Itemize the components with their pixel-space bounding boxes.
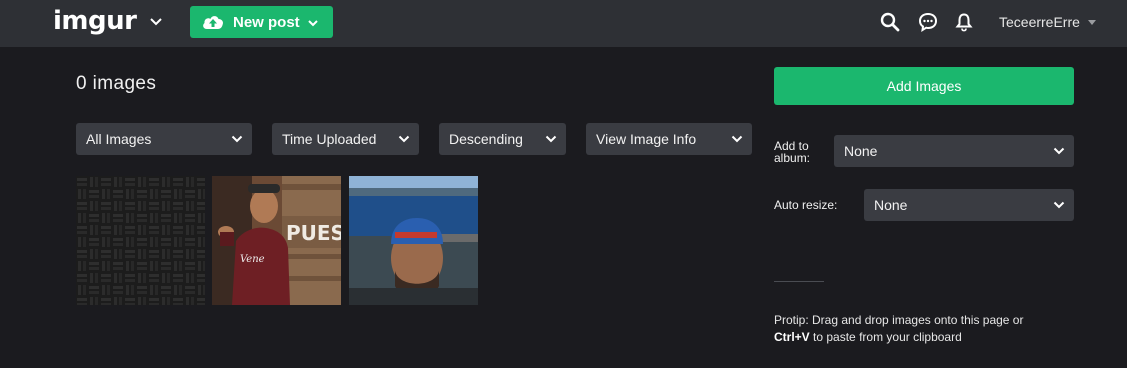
select-value: None (874, 197, 908, 213)
protip-tail: to paste from your clipboard (813, 330, 962, 344)
image-count: 0 images (76, 73, 157, 94)
sort-field-select[interactable]: Time Uploaded (272, 123, 419, 155)
filter-select-images[interactable]: All Images (76, 123, 252, 155)
chevron-down-icon (1053, 201, 1065, 209)
chevron-down-icon (545, 135, 557, 143)
texture-image (76, 176, 205, 305)
caret-down-icon[interactable] (1088, 20, 1096, 25)
new-post-label: New post (233, 14, 300, 31)
image-thumbnail[interactable] (349, 176, 478, 305)
sort-order-select[interactable]: Descending (439, 123, 566, 155)
top-nav-bar: imgur New post TeceerreErre (0, 0, 1127, 47)
chat-bubble-icon[interactable] (917, 11, 939, 33)
user-menu[interactable]: TeceerreErre (999, 14, 1080, 30)
select-value: None (844, 143, 878, 159)
chevron-down-icon[interactable] (149, 15, 163, 29)
chevron-down-icon (231, 135, 243, 143)
chevron-down-icon (731, 135, 743, 143)
photo-man-by-sea (349, 176, 478, 305)
search-icon[interactable] (879, 11, 901, 33)
protip-text: Protip: Drag and drop images onto this p… (774, 312, 1074, 346)
new-post-button[interactable]: New post (190, 6, 333, 38)
svg-text:Vene: Vene (240, 254, 265, 265)
divider (774, 281, 824, 282)
cloud-upload-icon (203, 16, 224, 29)
select-value: Descending (449, 131, 523, 147)
auto-resize-select[interactable]: None (864, 189, 1074, 221)
bell-icon[interactable] (953, 11, 975, 33)
image-thumbnail[interactable] (76, 176, 205, 305)
album-select[interactable]: None (834, 135, 1074, 167)
protip-shortcut: Ctrl+V (774, 330, 810, 344)
chevron-down-icon[interactable] (307, 17, 319, 29)
select-value: All Images (86, 131, 152, 147)
chevron-down-icon (1053, 147, 1065, 155)
add-to-album-label: Add to album: (774, 139, 811, 165)
select-value: View Image Info (596, 131, 697, 147)
chevron-down-icon (398, 135, 410, 143)
add-images-label: Add Images (886, 78, 962, 94)
select-value: Time Uploaded (282, 131, 377, 147)
image-thumbnail[interactable]: PUES Vene (212, 176, 341, 305)
add-images-button[interactable]: Add Images (774, 67, 1074, 105)
photo-man-with-sign: PUES Vene (212, 176, 341, 305)
auto-resize-label: Auto resize: (774, 198, 838, 212)
protip-main: Protip: Drag and drop images onto this p… (774, 313, 1024, 327)
imgur-logo[interactable]: imgur (53, 6, 137, 36)
view-mode-select[interactable]: View Image Info (586, 123, 752, 155)
svg-text:PUES: PUES (286, 221, 341, 245)
